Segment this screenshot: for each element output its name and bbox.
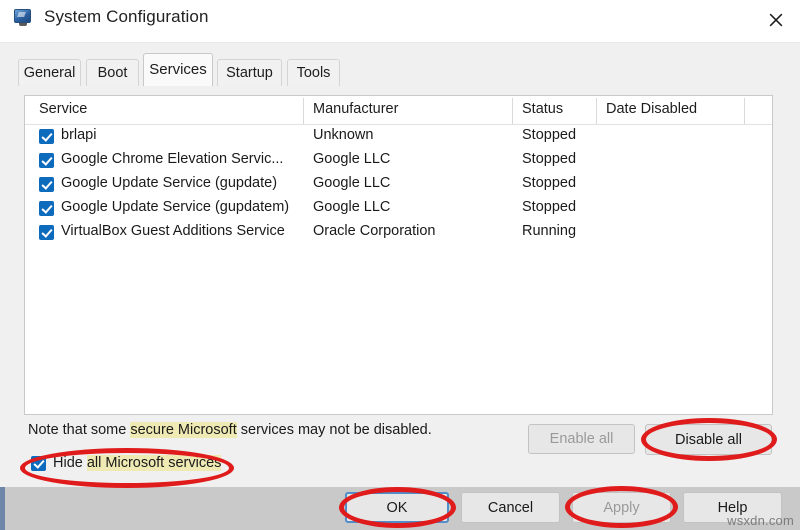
- watermark: wsxdn.com: [727, 513, 794, 528]
- row-checkbox[interactable]: [39, 153, 54, 168]
- cell-status: Stopped: [522, 127, 576, 143]
- table-row[interactable]: Google Update Service (gupdatem) Google L…: [25, 197, 772, 221]
- checkbox-indicator[interactable]: [31, 456, 46, 471]
- window-title: System Configuration: [44, 7, 209, 27]
- cell-status: Stopped: [522, 199, 576, 215]
- tab-tools[interactable]: Tools: [287, 59, 340, 86]
- cell-manufacturer: Google LLC: [313, 151, 390, 167]
- table-row[interactable]: VirtualBox Guest Additions Service Oracle…: [25, 221, 772, 245]
- tab-general[interactable]: General: [18, 59, 81, 86]
- table-row[interactable]: brlapi Unknown Stopped: [25, 125, 772, 149]
- monitor-icon: [13, 9, 33, 27]
- note-part-2: services may not be disabled.: [237, 422, 432, 438]
- hide-label-part-1: Hide: [53, 455, 87, 471]
- row-checkbox[interactable]: [39, 201, 54, 216]
- table-row[interactable]: Google Update Service (gupdate) Google LL…: [25, 173, 772, 197]
- hide-microsoft-services-checkbox[interactable]: Hide all Microsoft services: [31, 452, 221, 474]
- column-divider[interactable]: [744, 98, 745, 124]
- system-configuration-window: System Configuration General Boot Servic…: [0, 0, 800, 530]
- cell-service: Google Chrome Elevation Servic...: [61, 151, 283, 167]
- services-rows: brlapiUnknownStoppedGoogle Chrome Elevat…: [25, 125, 772, 245]
- cell-manufacturer: Unknown: [313, 127, 373, 143]
- tab-services[interactable]: Services: [143, 53, 213, 86]
- window-left-accent: [0, 487, 5, 530]
- cell-status: Running: [522, 223, 576, 239]
- tab-startup[interactable]: Startup: [217, 59, 282, 86]
- disable-all-button[interactable]: Disable all: [645, 424, 772, 455]
- tab-boot[interactable]: Boot: [86, 59, 139, 86]
- cell-service: brlapi: [61, 127, 96, 143]
- hide-label-highlight: all Microsoft services: [87, 455, 222, 471]
- column-header-status[interactable]: Status: [522, 101, 563, 117]
- cell-manufacturer: Google LLC: [313, 199, 390, 215]
- hide-microsoft-services-label: Hide all Microsoft services: [53, 455, 221, 471]
- services-list-header: Service Manufacturer Status Date Disable…: [25, 96, 772, 125]
- cell-service: VirtualBox Guest Additions Service: [61, 223, 285, 239]
- note-text: Note that some secure Microsoft services…: [28, 422, 432, 438]
- cell-status: Stopped: [522, 151, 576, 167]
- table-row[interactable]: Google Chrome Elevation Servic... Google …: [25, 149, 772, 173]
- cell-service: Google Update Service (gupdate): [61, 175, 277, 191]
- cancel-button[interactable]: Cancel: [461, 492, 560, 523]
- cell-service: Google Update Service (gupdatem): [61, 199, 289, 215]
- cell-manufacturer: Oracle Corporation: [313, 223, 436, 239]
- column-header-service[interactable]: Service: [39, 101, 87, 117]
- cell-status: Stopped: [522, 175, 576, 191]
- enable-all-button[interactable]: Enable all: [528, 424, 635, 454]
- column-divider[interactable]: [596, 98, 597, 124]
- row-checkbox[interactable]: [39, 129, 54, 144]
- close-icon[interactable]: [752, 0, 800, 42]
- row-checkbox[interactable]: [39, 225, 54, 240]
- tab-strip: General Boot Services Startup Tools: [0, 42, 800, 86]
- column-divider[interactable]: [303, 98, 304, 124]
- title-bar: System Configuration: [0, 0, 800, 43]
- ok-button[interactable]: OK: [345, 492, 449, 523]
- column-header-date-disabled[interactable]: Date Disabled: [606, 101, 697, 117]
- apply-button[interactable]: Apply: [572, 492, 671, 523]
- services-list[interactable]: Service Manufacturer Status Date Disable…: [24, 95, 773, 415]
- note-part-1: Note that some: [28, 422, 130, 438]
- row-checkbox[interactable]: [39, 177, 54, 192]
- column-divider[interactable]: [512, 98, 513, 124]
- cell-manufacturer: Google LLC: [313, 175, 390, 191]
- note-highlight: secure Microsoft: [130, 422, 236, 438]
- column-header-manufacturer[interactable]: Manufacturer: [313, 101, 398, 117]
